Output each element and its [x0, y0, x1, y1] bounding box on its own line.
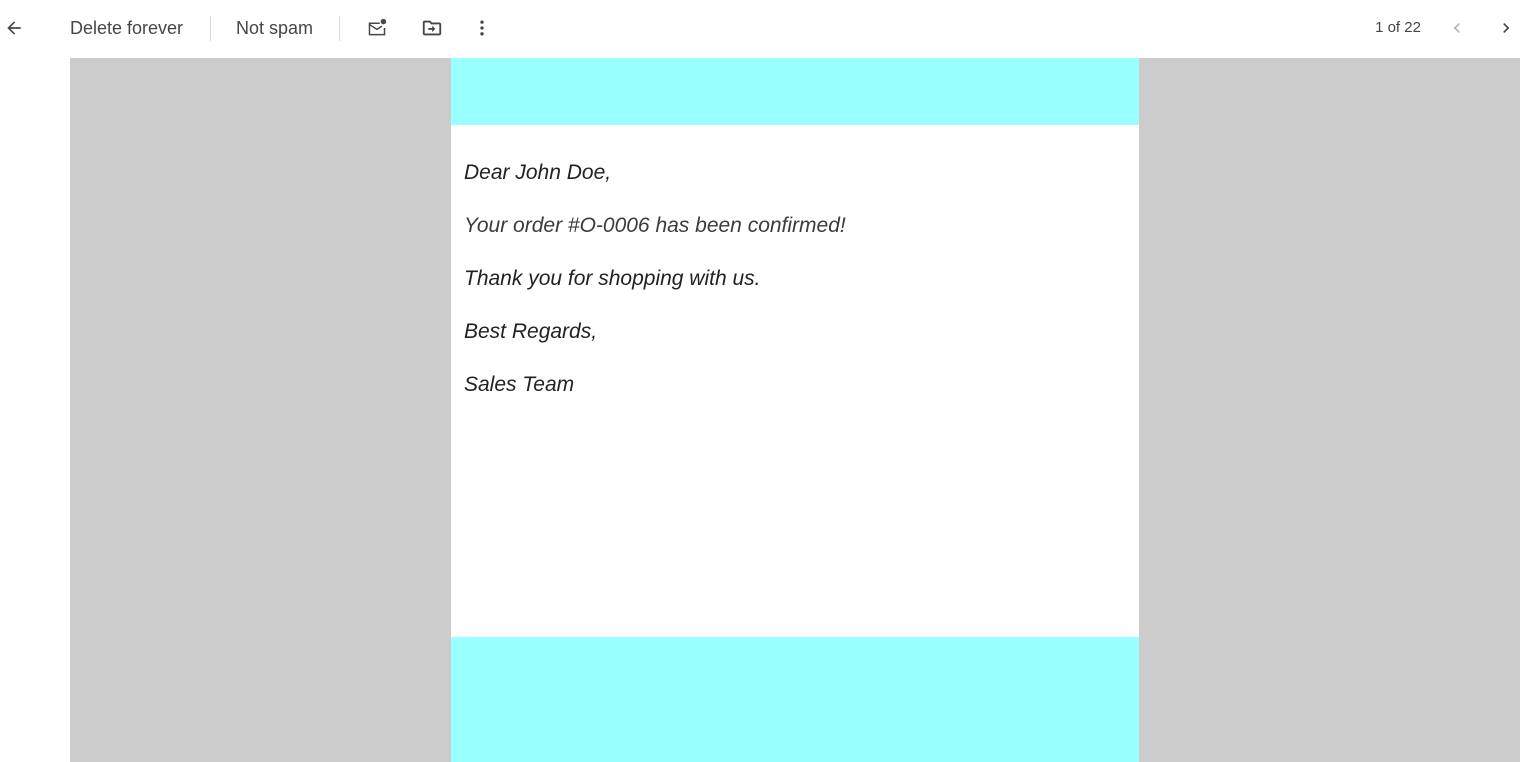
greeting-line: Dear John Doe, — [464, 161, 612, 184]
mark-unread-icon — [368, 18, 387, 36]
email-content-card: Dear John Doe, Your order #O-0006 has be… — [451, 58, 1139, 762]
more-options-button[interactable] — [462, 8, 502, 48]
pager-count: 1 of 22 — [1375, 19, 1421, 36]
sign-off-line: Best Regards, — [464, 320, 598, 343]
move-to-button[interactable] — [412, 8, 452, 48]
next-email-button[interactable] — [1486, 8, 1526, 48]
chevron-right-icon — [1503, 23, 1510, 33]
back-button[interactable] — [0, 8, 34, 48]
arrow-left-icon — [7, 21, 21, 35]
mark-unread-button[interactable] — [357, 8, 397, 48]
signature-line: Sales Team — [464, 373, 575, 396]
chevron-left-icon — [1453, 23, 1460, 33]
toolbar-divider — [339, 16, 340, 41]
delete-forever-button[interactable]: Delete forever — [70, 8, 183, 48]
previous-email-button[interactable] — [1437, 8, 1477, 48]
toolbar-divider — [210, 16, 211, 41]
thank-you-line: Thank you for shopping with us. — [464, 267, 761, 290]
order-confirmation-line: Your order #O-0006 has been confirmed! — [464, 214, 846, 237]
email-toolbar: Delete forever Not spam 1 of 22 — [0, 0, 1526, 58]
email-footer-band — [451, 637, 1139, 762]
move-to-folder-icon — [422, 20, 442, 36]
email-body-backdrop: Dear John Doe, Your order #O-0006 has be… — [70, 58, 1520, 762]
email-header-band — [451, 58, 1139, 125]
more-vert-icon — [480, 20, 484, 36]
not-spam-button[interactable]: Not spam — [236, 8, 313, 48]
email-message: Dear John Doe, Your order #O-0006 has be… — [464, 159, 1124, 424]
